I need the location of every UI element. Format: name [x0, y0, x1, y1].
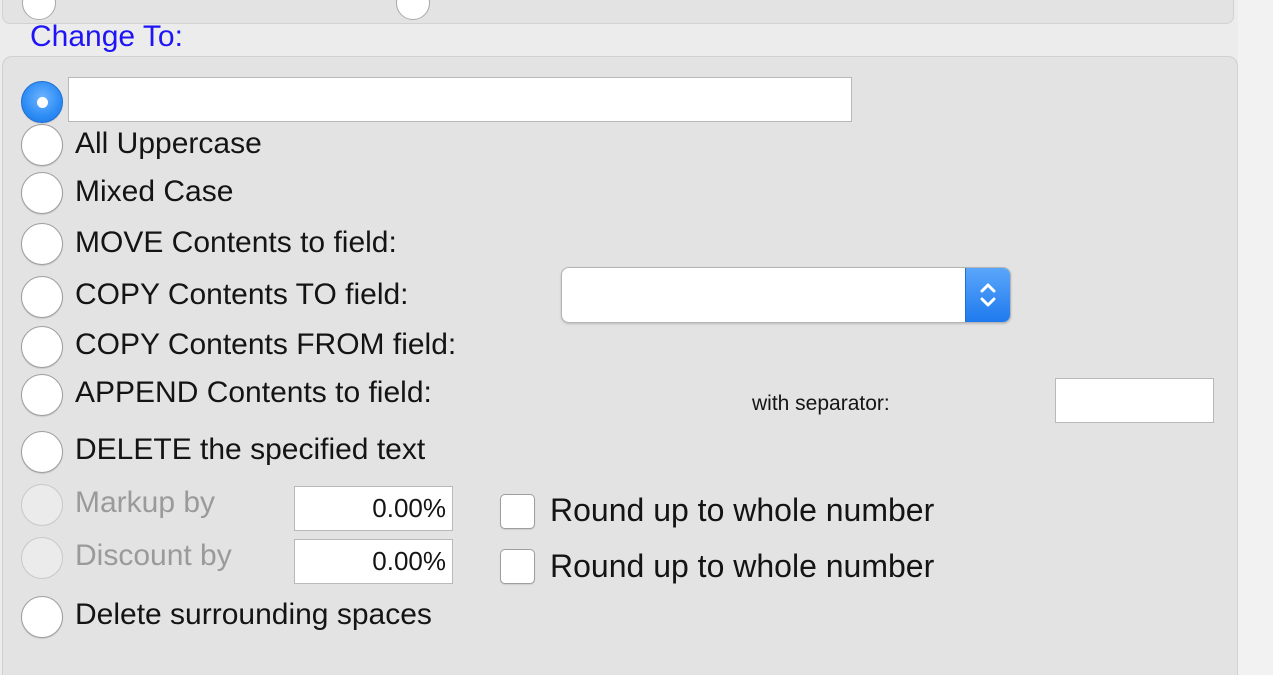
radio-custom-text[interactable] — [21, 81, 63, 123]
chevron-up-down-icon[interactable] — [965, 268, 1010, 322]
radio-all-uppercase[interactable] — [21, 124, 63, 166]
label-move-contents: MOVE Contents to field: — [75, 226, 397, 259]
label-delete-text: DELETE the specified text — [75, 433, 426, 466]
discount-percent-input[interactable] — [294, 539, 453, 584]
right-edge-strip — [1238, 0, 1273, 675]
label-delete-spaces: Delete surrounding spaces — [75, 598, 432, 631]
radio-markup[interactable] — [21, 484, 63, 526]
label-markup: Markup by — [75, 486, 216, 519]
section-title: Change To: — [30, 20, 183, 53]
radio-delete-spaces[interactable] — [21, 596, 63, 638]
previous-group-box — [2, 0, 1234, 24]
discount-round-checkbox[interactable] — [500, 549, 535, 584]
radio-append[interactable] — [21, 374, 63, 416]
radio-discount[interactable] — [21, 537, 63, 579]
radio-copy-from[interactable] — [21, 326, 63, 368]
radio-move-contents[interactable] — [21, 223, 63, 265]
radio-mixed-case[interactable] — [21, 172, 63, 214]
radio-copy-to[interactable] — [21, 276, 63, 318]
label-copy-to: COPY Contents TO field: — [75, 278, 409, 311]
label-discount: Discount by — [75, 539, 232, 572]
change-to-panel: Change To: All Uppercase Mixed Case MOVE… — [0, 0, 1273, 675]
radio-selected-dot — [37, 97, 48, 108]
markup-round-checkbox[interactable] — [500, 494, 535, 529]
discount-round-label: Round up to whole number — [550, 548, 935, 584]
label-copy-from: COPY Contents FROM field: — [75, 328, 457, 361]
field-select-popup[interactable] — [561, 267, 1011, 323]
markup-round-label: Round up to whole number — [550, 492, 935, 528]
label-all-uppercase: All Uppercase — [75, 127, 262, 160]
radio-delete-text[interactable] — [21, 431, 63, 473]
label-append: APPEND Contents to field: — [75, 376, 432, 409]
separator-label: with separator: — [752, 392, 890, 415]
label-mixed-case: Mixed Case — [75, 175, 234, 208]
separator-input[interactable] — [1055, 378, 1214, 423]
markup-percent-input[interactable] — [294, 486, 453, 531]
custom-text-input[interactable] — [68, 77, 852, 122]
